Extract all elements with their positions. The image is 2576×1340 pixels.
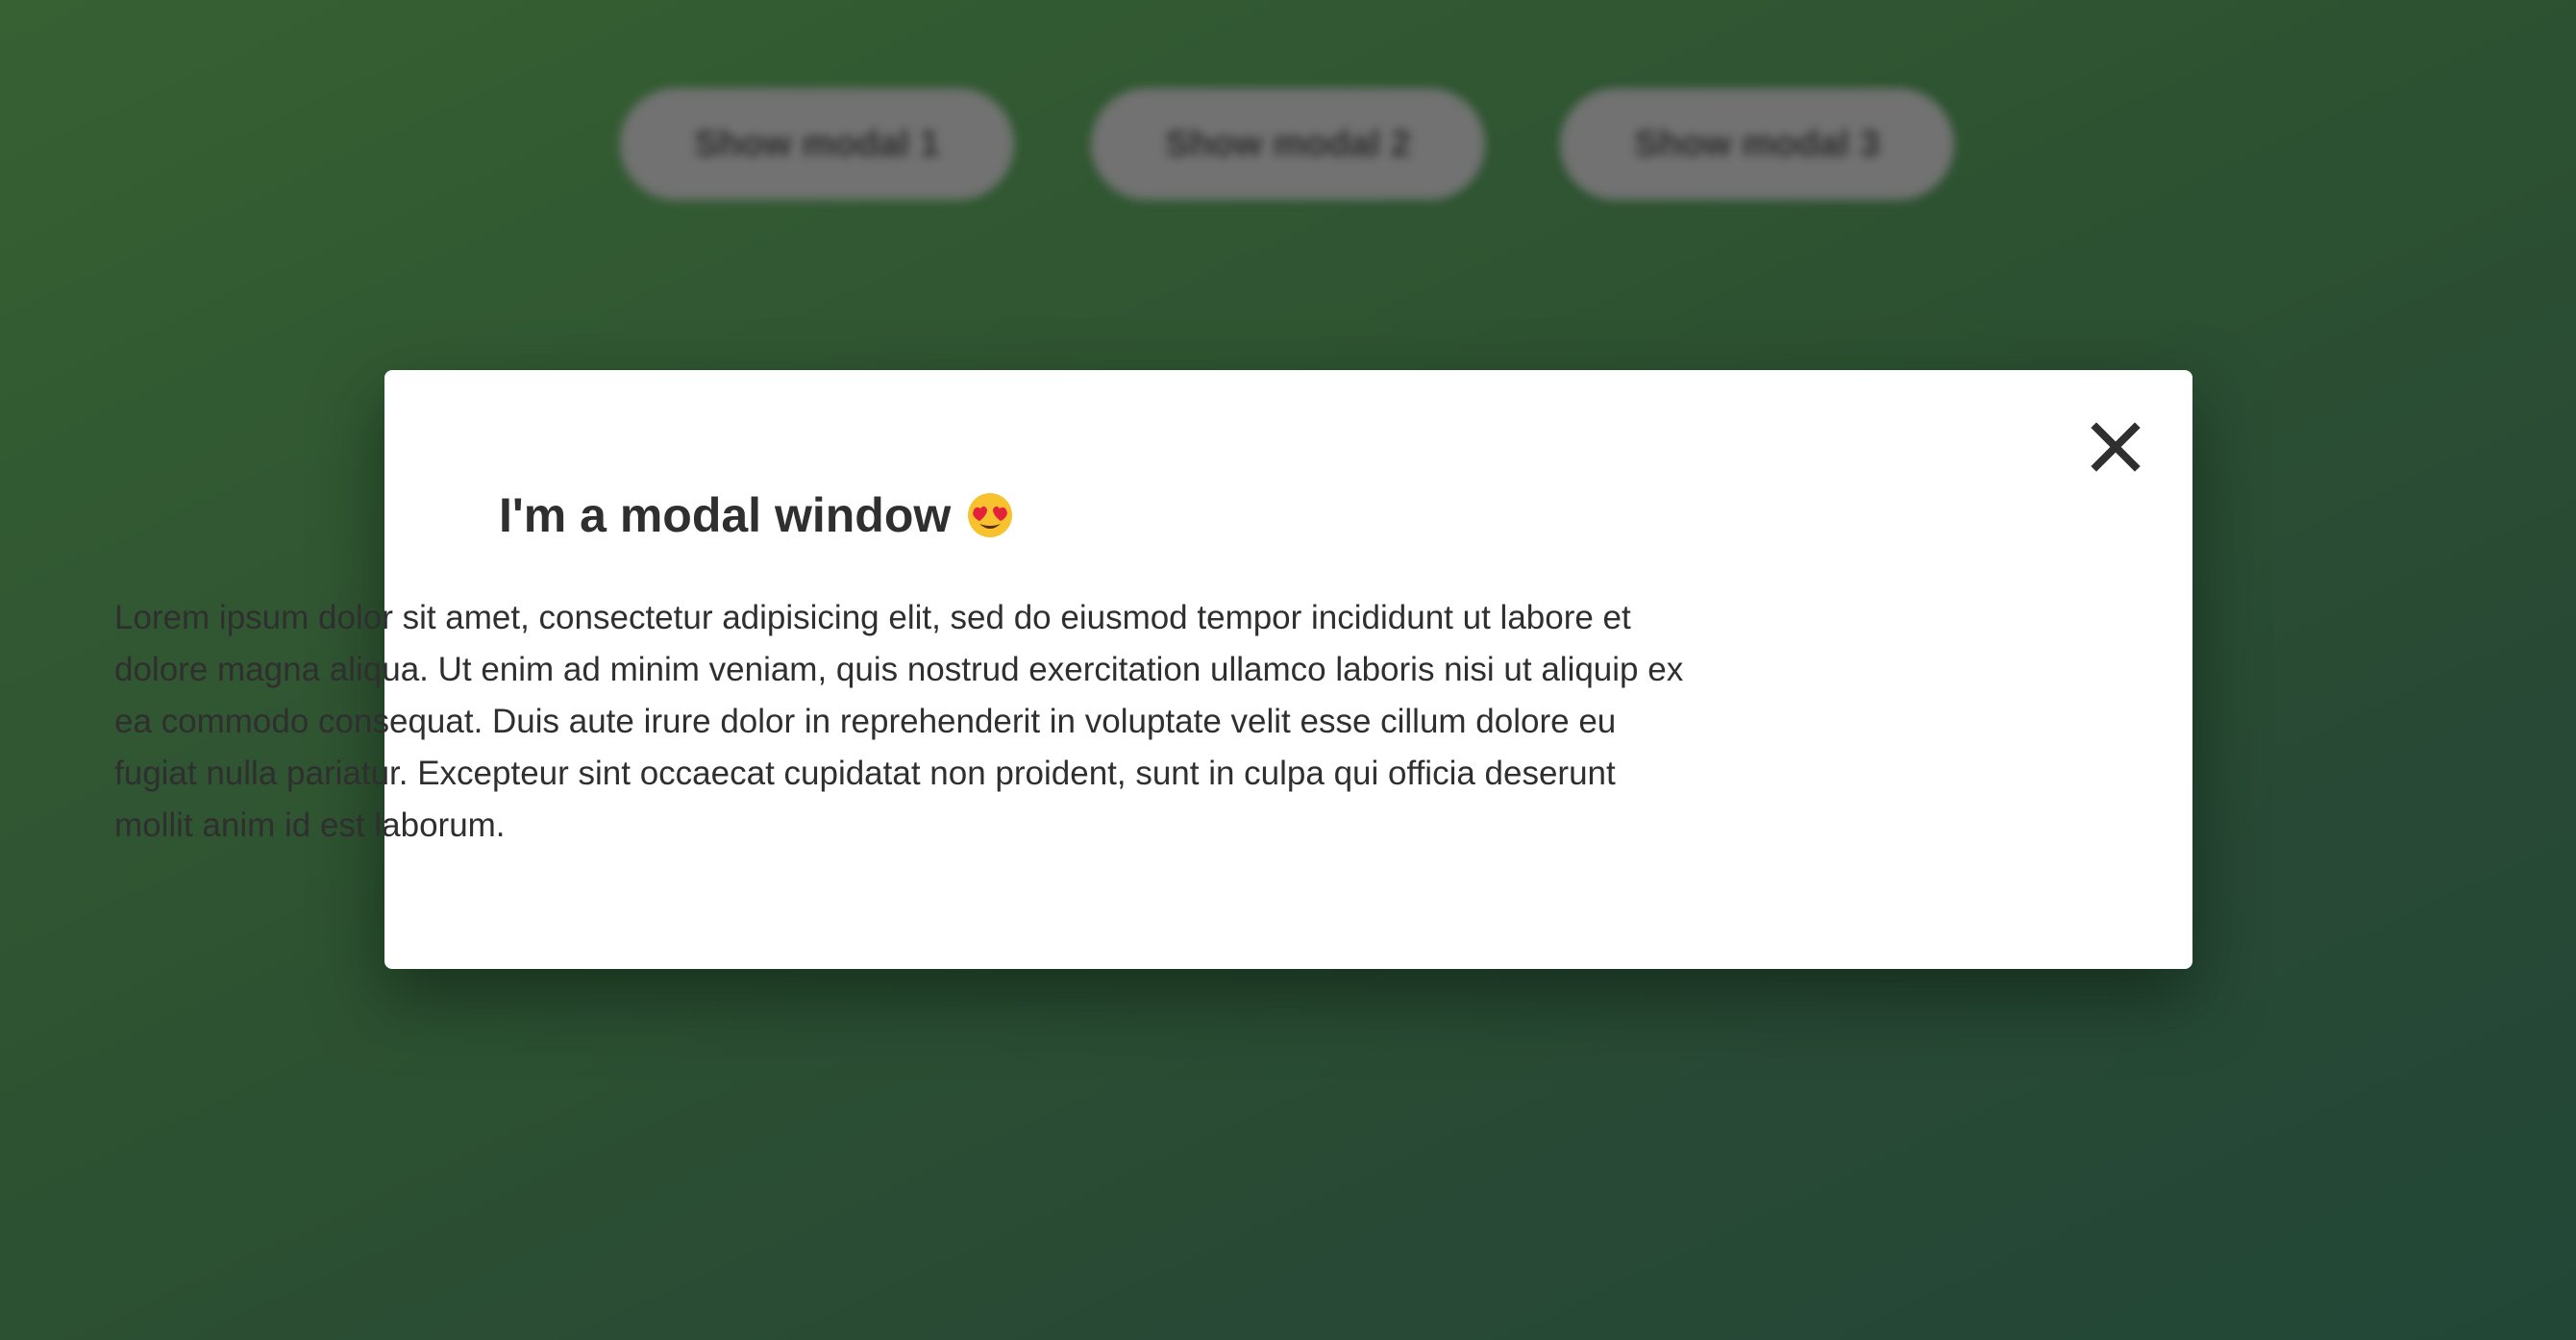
modal-body-text: Lorem ipsum dolor sit amet, consectetur … xyxy=(114,599,1684,844)
close-icon xyxy=(2091,422,2141,472)
heart-eyes-emoji-icon xyxy=(966,491,1014,539)
modal-title-text: I'm a modal window xyxy=(499,488,952,542)
modal-title: I'm a modal window xyxy=(499,487,1014,543)
close-button[interactable] xyxy=(2089,420,2143,474)
